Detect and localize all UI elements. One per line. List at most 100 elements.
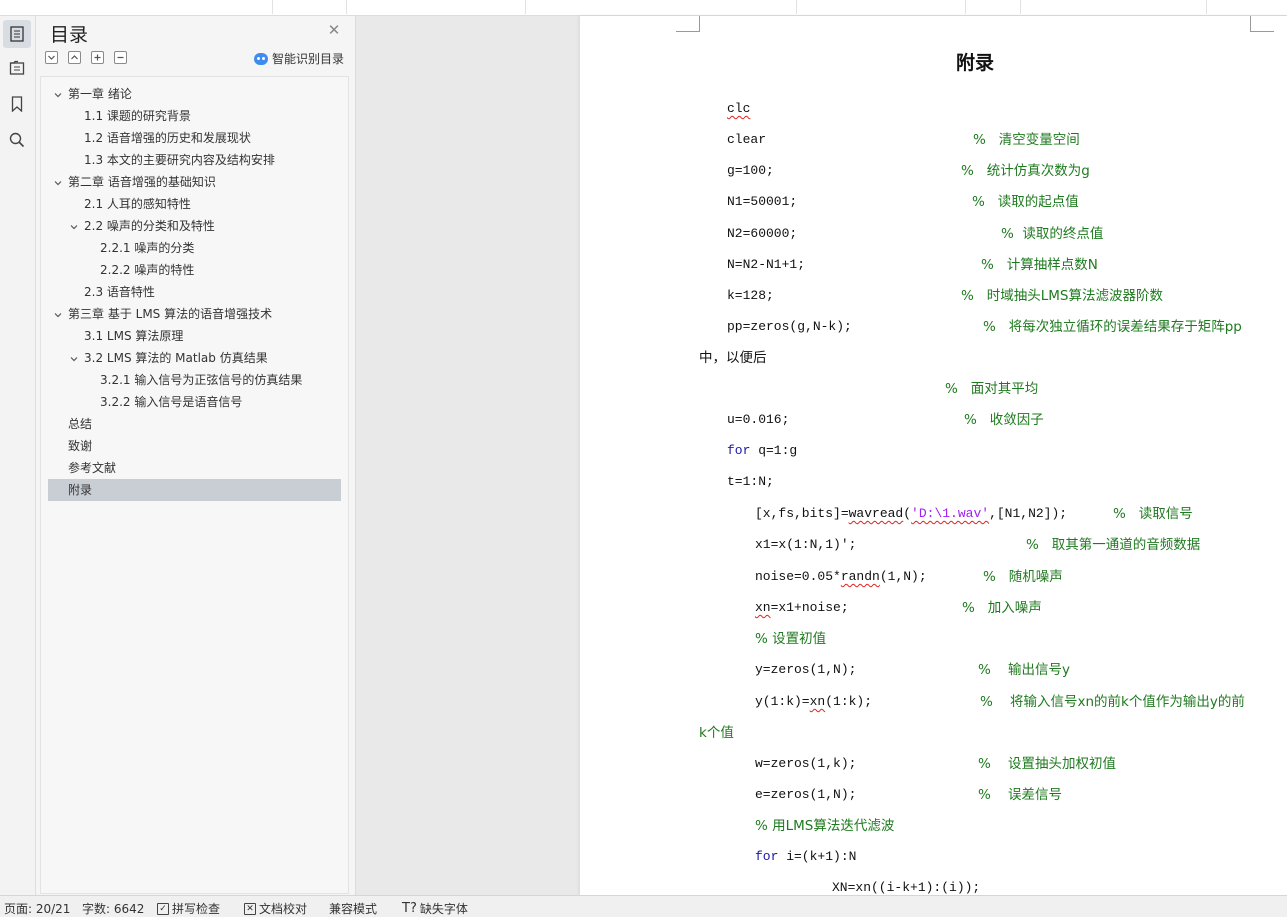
code-text: (1,N);	[879, 569, 927, 584]
toc-item[interactable]: 致谢	[48, 435, 341, 457]
code-comment: % 将输入信号xn的前k个值作为输出y的前	[980, 694, 1245, 710]
toc-item[interactable]: 2.2 噪声的分类和及特性	[48, 215, 341, 237]
top-ruler	[0, 0, 1287, 16]
code-line: y=zeros(1,N);	[755, 662, 857, 677]
code-text: xn	[755, 600, 771, 615]
smart-toc-button[interactable]: 智能识别目录	[254, 50, 344, 67]
spell-check-label: 拼写检查	[172, 902, 221, 916]
toc-item[interactable]: 1.2 语音增强的历史和发展现状	[48, 127, 341, 149]
status-bar: 页面: 20/21 字数: 6642 ✓ 拼写检查 ✕ 文档校对 兼容模式 T?…	[0, 895, 1287, 917]
side-rail	[0, 16, 36, 895]
toc-item[interactable]: 3.2 LMS 算法的 Matlab 仿真结果	[48, 347, 341, 369]
word-count[interactable]: 字数: 6642	[82, 900, 144, 917]
search-icon	[9, 132, 25, 148]
toc-panel-button[interactable]	[3, 20, 31, 48]
toc-item[interactable]: 3.1 LMS 算法原理	[48, 325, 341, 347]
chevron-down-icon[interactable]	[70, 223, 78, 231]
code-text: clc	[727, 101, 751, 116]
code-text: noise=0.05*	[755, 569, 841, 584]
code-comment: % 用LMS算法迭代滤波	[755, 818, 895, 834]
code-line: u=0.016;	[727, 412, 790, 427]
navigation-pane-button[interactable]	[3, 54, 31, 82]
toc-item[interactable]: 1.1 课题的研究背景	[48, 105, 341, 127]
font-warning-icon: T?	[402, 901, 417, 916]
toc-toolbar	[45, 51, 127, 65]
code-line: x1=x(1:N,1)';	[755, 537, 857, 552]
chevron-down-icon[interactable]	[70, 355, 78, 363]
toc-item[interactable]: 总结	[48, 413, 341, 435]
ruler-tick	[1206, 0, 1207, 14]
toc-item-label: 1.2 语音增强的历史和发展现状	[84, 131, 251, 145]
code-text: ,[N1,N2]);	[989, 506, 1068, 521]
document-page[interactable]: 附录 clc clear % 清空变量空间 g=100; % 统计仿真次数为g …	[580, 16, 1287, 895]
ruler-tick	[965, 0, 966, 14]
toc-item-label: 第三章 基于 LMS 算法的语音增强技术	[68, 307, 273, 321]
close-icon[interactable]: ✕	[326, 22, 342, 38]
code-comment: % 清空变量空间	[973, 132, 1080, 148]
code-line: for q=1:g	[727, 442, 797, 460]
code-comment: % 读取的起点值	[972, 194, 1079, 210]
proofread-icon: ✕	[244, 902, 256, 915]
toc-item[interactable]: 1.3 本文的主要研究内容及结构安排	[48, 149, 341, 171]
code-comment: % 统计仿真次数为g	[961, 163, 1090, 179]
spell-check-button[interactable]: ✓ 拼写检查	[157, 900, 220, 917]
plus-icon	[94, 54, 101, 61]
toc-item[interactable]: 第二章 语音增强的基础知识	[48, 171, 341, 193]
toc-item-label: 2.2 噪声的分类和及特性	[84, 219, 215, 233]
code-line: t=1:N;	[727, 474, 774, 489]
toc-item-selected[interactable]: 附录	[48, 479, 341, 501]
toc-list: 第一章 绪论 1.1 课题的研究背景 1.2 语音增强的历史和发展现状 1.3 …	[40, 76, 349, 894]
string-literal: 'D:\1.wav'	[911, 506, 990, 521]
remove-heading-button[interactable]	[114, 51, 127, 64]
toc-item[interactable]: 2.3 语音特性	[48, 281, 341, 303]
code-comment: % 设置初值	[755, 631, 827, 647]
toc-item[interactable]: 2.2.1 噪声的分类	[48, 237, 341, 259]
toc-item[interactable]: 第三章 基于 LMS 算法的语音增强技术	[48, 303, 341, 325]
document-outline-icon	[10, 26, 24, 42]
toc-item[interactable]: 3.2.1 输入信号为正弦信号的仿真结果	[48, 369, 341, 391]
search-button[interactable]	[3, 126, 31, 154]
code-line: y(1:k)=xn(1:k);	[755, 693, 872, 711]
toc-item[interactable]: 2.2.2 噪声的特性	[48, 259, 341, 281]
code-comment: % 读取信号	[1113, 506, 1193, 522]
missing-font-button[interactable]: T? 缺失字体	[402, 900, 468, 917]
keyword: for	[727, 443, 751, 458]
code-comment: % 收敛因子	[964, 412, 1044, 428]
code-comment: % 读取的终点值	[1001, 226, 1104, 242]
proofread-button[interactable]: ✕ 文档校对	[244, 900, 307, 917]
code-comment: % 时域抽头LMS算法滤波器阶数	[961, 288, 1163, 304]
compat-mode[interactable]: 兼容模式	[329, 900, 377, 917]
minus-icon	[117, 56, 124, 59]
toc-item-label: 总结	[68, 417, 93, 431]
code-text: wavread	[848, 506, 904, 521]
toc-item[interactable]: 3.2.2 输入信号是语音信号	[48, 391, 341, 413]
toc-item[interactable]: 参考文献	[48, 457, 341, 479]
toc-item-label: 附录	[68, 483, 93, 497]
code-text: =x1+noise;	[770, 600, 849, 615]
code-comment: % 输出信号y	[978, 662, 1070, 678]
chevron-down-icon[interactable]	[54, 179, 62, 187]
code-comment: % 取其第一通道的音频数据	[1026, 537, 1201, 553]
toc-item-label: 2.2.1 噪声的分类	[100, 241, 195, 255]
toc-item[interactable]: 第一章 绪论	[48, 83, 341, 105]
code-line: pp=zeros(g,N-k);	[727, 319, 852, 334]
chevron-down-icon[interactable]	[54, 91, 62, 99]
chevron-down-icon[interactable]	[54, 311, 62, 319]
code-line: e=zeros(1,N);	[755, 787, 857, 802]
code-line: N=N2-N1+1;	[727, 257, 806, 272]
code-line: N1=50001;	[727, 194, 798, 209]
code-line: xn=x1+noise;	[755, 599, 849, 617]
add-heading-button[interactable]	[91, 51, 104, 64]
code-text: randn	[840, 569, 880, 584]
toc-item[interactable]: 2.1 人耳的感知特性	[48, 193, 341, 215]
page-indicator[interactable]: 页面: 20/21	[4, 900, 70, 917]
ruler-tick	[525, 0, 526, 14]
bookmark-button[interactable]	[3, 90, 31, 118]
ruler-tick	[796, 0, 797, 14]
expand-all-button[interactable]	[68, 51, 81, 64]
smart-toc-label: 智能识别目录	[272, 52, 345, 66]
margin-mark	[676, 16, 700, 32]
code-line: w=zeros(1,k);	[755, 756, 857, 771]
toc-item-label: 第一章 绪论	[68, 87, 132, 101]
collapse-all-button[interactable]	[45, 51, 58, 64]
